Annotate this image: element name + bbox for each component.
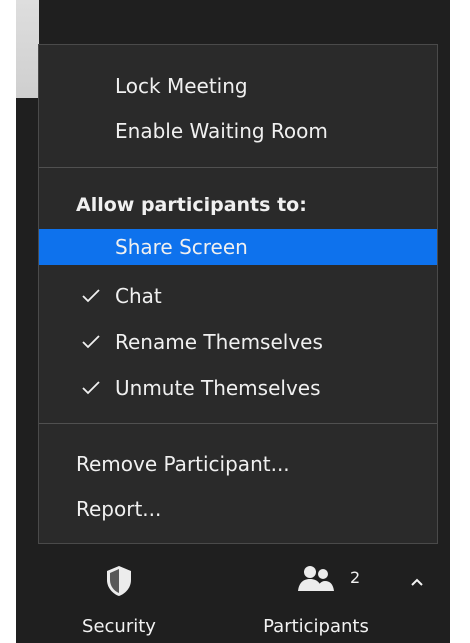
participant-count-badge: 2 — [350, 568, 361, 587]
report-menu-item[interactable]: Report... — [39, 491, 437, 527]
participants-button[interactable]: 2 Participants — [241, 564, 391, 643]
right-window-edge — [450, 0, 470, 643]
chevron-up-icon — [411, 578, 423, 586]
menu-divider — [39, 167, 437, 168]
unmute-themselves-menu-item[interactable]: Unmute Themselves — [39, 370, 437, 406]
report-label: Report... — [76, 497, 162, 521]
rename-themselves-label: Rename Themselves — [115, 330, 323, 354]
remove-participant-label: Remove Participant... — [76, 452, 290, 476]
meeting-window: Lock Meeting Enable Waiting Room Allow p… — [0, 0, 470, 643]
participants-icon — [298, 566, 334, 591]
checkmark-icon — [82, 289, 100, 303]
lock-meeting-label: Lock Meeting — [115, 74, 248, 98]
enable-waiting-room-menu-item[interactable]: Enable Waiting Room — [39, 113, 437, 149]
share-screen-menu-item[interactable]: Share Screen — [39, 229, 437, 265]
video-thumbnail-edge — [16, 0, 39, 98]
shield-icon — [107, 566, 131, 596]
security-label: Security — [82, 616, 156, 637]
meeting-toolbar: Security 2 Participants — [16, 544, 450, 643]
remove-participant-menu-item[interactable]: Remove Participant... — [39, 446, 437, 482]
share-screen-label: Share Screen — [115, 235, 248, 259]
allow-participants-heading: Allow participants to: — [76, 193, 307, 216]
chat-menu-item[interactable]: Chat — [39, 278, 437, 314]
enable-waiting-room-label: Enable Waiting Room — [115, 119, 328, 143]
unmute-themselves-label: Unmute Themselves — [115, 376, 321, 400]
lock-meeting-menu-item[interactable]: Lock Meeting — [39, 68, 437, 104]
rename-themselves-menu-item[interactable]: Rename Themselves — [39, 324, 437, 360]
chat-label: Chat — [115, 284, 162, 308]
security-menu: Lock Meeting Enable Waiting Room Allow p… — [38, 44, 438, 544]
checkmark-icon — [82, 335, 100, 349]
security-button[interactable]: Security — [64, 564, 174, 643]
checkmark-icon — [82, 381, 100, 395]
security-options-toggle[interactable] — [405, 573, 429, 593]
left-window-edge — [0, 0, 16, 643]
participants-label: Participants — [263, 616, 369, 637]
menu-divider — [39, 423, 437, 424]
